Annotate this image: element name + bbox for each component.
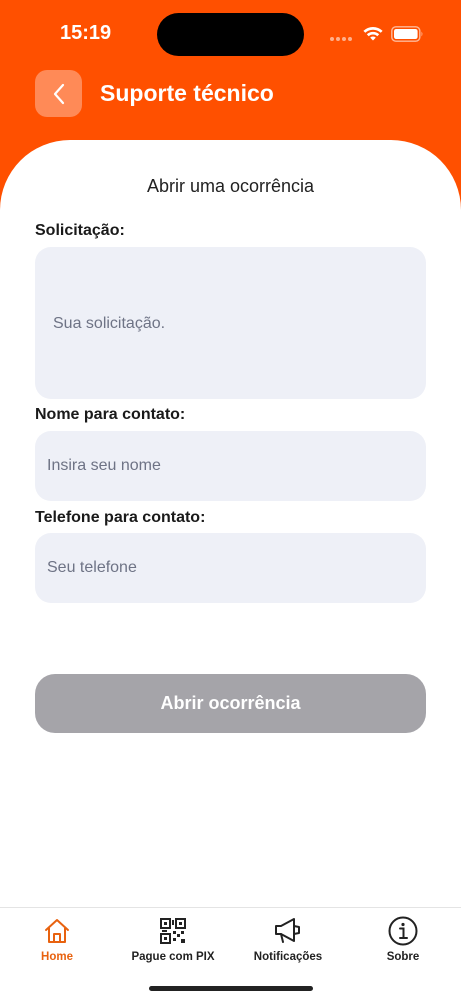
contact-name-label: Nome para contato: [35, 406, 186, 423]
status-bar: 15:19 [0, 0, 461, 70]
section-title: Abrir uma ocorrência [146, 176, 315, 196]
status-time: 15:19 [60, 22, 112, 44]
tab-pix[interactable]: Pague com PIX [123, 908, 223, 978]
request-label: Solicitação: [35, 222, 125, 239]
info-icon [388, 916, 418, 946]
home-indicator [149, 986, 313, 991]
tab-bar: Home Pague com PIX Notificações Sobre [0, 907, 461, 1000]
open-ticket-button[interactable]: Abrir ocorrência [35, 674, 426, 733]
form-card: Abrir uma ocorrência Solicitação: Nome p… [0, 140, 461, 1000]
request-textarea[interactable] [35, 247, 426, 399]
chevron-left-icon [53, 83, 64, 104]
back-button[interactable] [35, 70, 82, 117]
contact-phone-input[interactable] [35, 533, 426, 603]
dynamic-island [157, 13, 304, 56]
tab-label: Pague com PIX [131, 951, 215, 963]
qr-code-icon [160, 916, 186, 946]
tab-about[interactable]: Sobre [353, 908, 453, 978]
page-title: Suporte técnico [100, 80, 274, 106]
tab-home[interactable]: Home [7, 908, 107, 978]
home-icon [43, 916, 71, 946]
tab-label: Notificações [253, 951, 323, 963]
battery-icon [391, 26, 423, 42]
contact-name-input[interactable] [35, 431, 426, 501]
tab-label: Home [41, 951, 73, 963]
tab-label: Sobre [386, 951, 420, 963]
contact-phone-label: Telefone para contato: [35, 509, 206, 526]
tab-notifications[interactable]: Notificações [238, 908, 338, 978]
wifi-icon [363, 27, 383, 41]
megaphone-icon [273, 916, 303, 946]
cellular-signal-icon [330, 37, 352, 41]
header: Suporte técnico [0, 70, 461, 140]
